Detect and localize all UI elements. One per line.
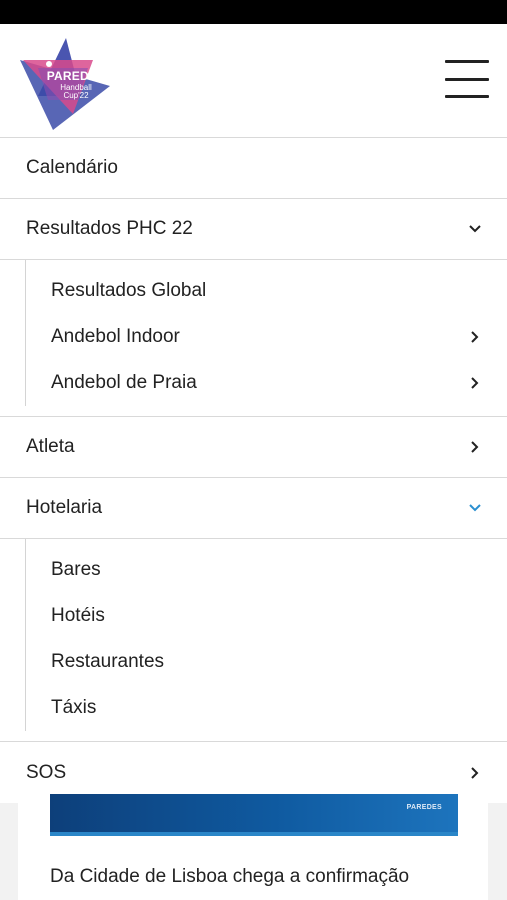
article-banner: PAREDES	[50, 794, 458, 836]
hamburger-line	[445, 77, 489, 81]
chevron-right-icon[interactable]	[467, 765, 483, 781]
subnav-item-taxis[interactable]: Táxis	[0, 685, 507, 731]
logo-line-3: Cup'22	[63, 91, 89, 100]
nav-menu: Calendário Resultados PHC 22 Resultados …	[0, 138, 507, 803]
article-text: Da Cidade de Lisboa chega a confirmação	[50, 866, 410, 887]
chevron-right-icon[interactable]	[467, 375, 483, 391]
subnav-item-bares[interactable]: Bares	[0, 547, 507, 593]
nav-item-calendario[interactable]: Calendário	[0, 138, 507, 199]
subnav-item-label: Táxis	[51, 697, 97, 718]
submenu-hotelaria: Bares Hotéis Restaurantes Táxis	[0, 539, 507, 742]
subnav-item-restaurantes[interactable]: Restaurantes	[0, 639, 507, 685]
hamburger-icon[interactable]	[445, 60, 489, 98]
subnav-item-label: Restaurantes	[51, 651, 165, 672]
subnav-item-hoteis[interactable]: Hotéis	[0, 593, 507, 639]
hamburger-line	[445, 60, 489, 63]
nav-item-label: Calendário	[26, 157, 118, 178]
chevron-down-icon[interactable]	[467, 500, 483, 516]
subnav-item-andebol-de-praia[interactable]: Andebol de Praia	[0, 360, 507, 406]
subnav-item-andebol-indoor[interactable]: Andebol Indoor	[0, 314, 507, 360]
nav-item-label: Atleta	[26, 436, 75, 457]
banner-logo: PAREDES	[406, 804, 442, 811]
subnav-item-label: Andebol de Praia	[51, 372, 197, 393]
nav-item-hotelaria[interactable]: Hotelaria	[0, 478, 507, 539]
status-bar	[0, 0, 507, 24]
subnav-item-label: Andebol Indoor	[51, 326, 180, 347]
nav-item-label: Resultados PHC 22	[26, 218, 193, 239]
submenu-resultados: Resultados Global Andebol Indoor Andebol…	[0, 260, 507, 417]
paredes-handball-cup-logo[interactable]: PAREDES Handball Cup'22	[18, 38, 114, 130]
subnav-item-label: Bares	[51, 559, 101, 580]
chevron-down-icon[interactable]	[467, 221, 483, 237]
chevron-right-icon[interactable]	[467, 329, 483, 345]
nav-item-atleta[interactable]: Atleta	[0, 417, 507, 478]
nav-item-label: SOS	[26, 761, 67, 783]
header: PAREDES Handball Cup'22	[0, 24, 507, 138]
logo-text: PAREDES Handball Cup'22	[46, 70, 106, 100]
subnav-item-label: Resultados Global	[51, 280, 207, 301]
nav-item-label: Hotelaria	[26, 497, 103, 518]
subnav-item-label: Hotéis	[51, 605, 105, 626]
article-card[interactable]: PAREDES Da Cidade de Lisboa chega a conf…	[18, 790, 488, 900]
chevron-right-icon[interactable]	[467, 439, 483, 455]
subnav-item-resultados-global[interactable]: Resultados Global	[0, 268, 507, 314]
hamburger-line	[445, 95, 489, 98]
logo-line-1: PAREDES	[46, 69, 106, 83]
nav-item-resultados[interactable]: Resultados PHC 22	[0, 199, 507, 260]
